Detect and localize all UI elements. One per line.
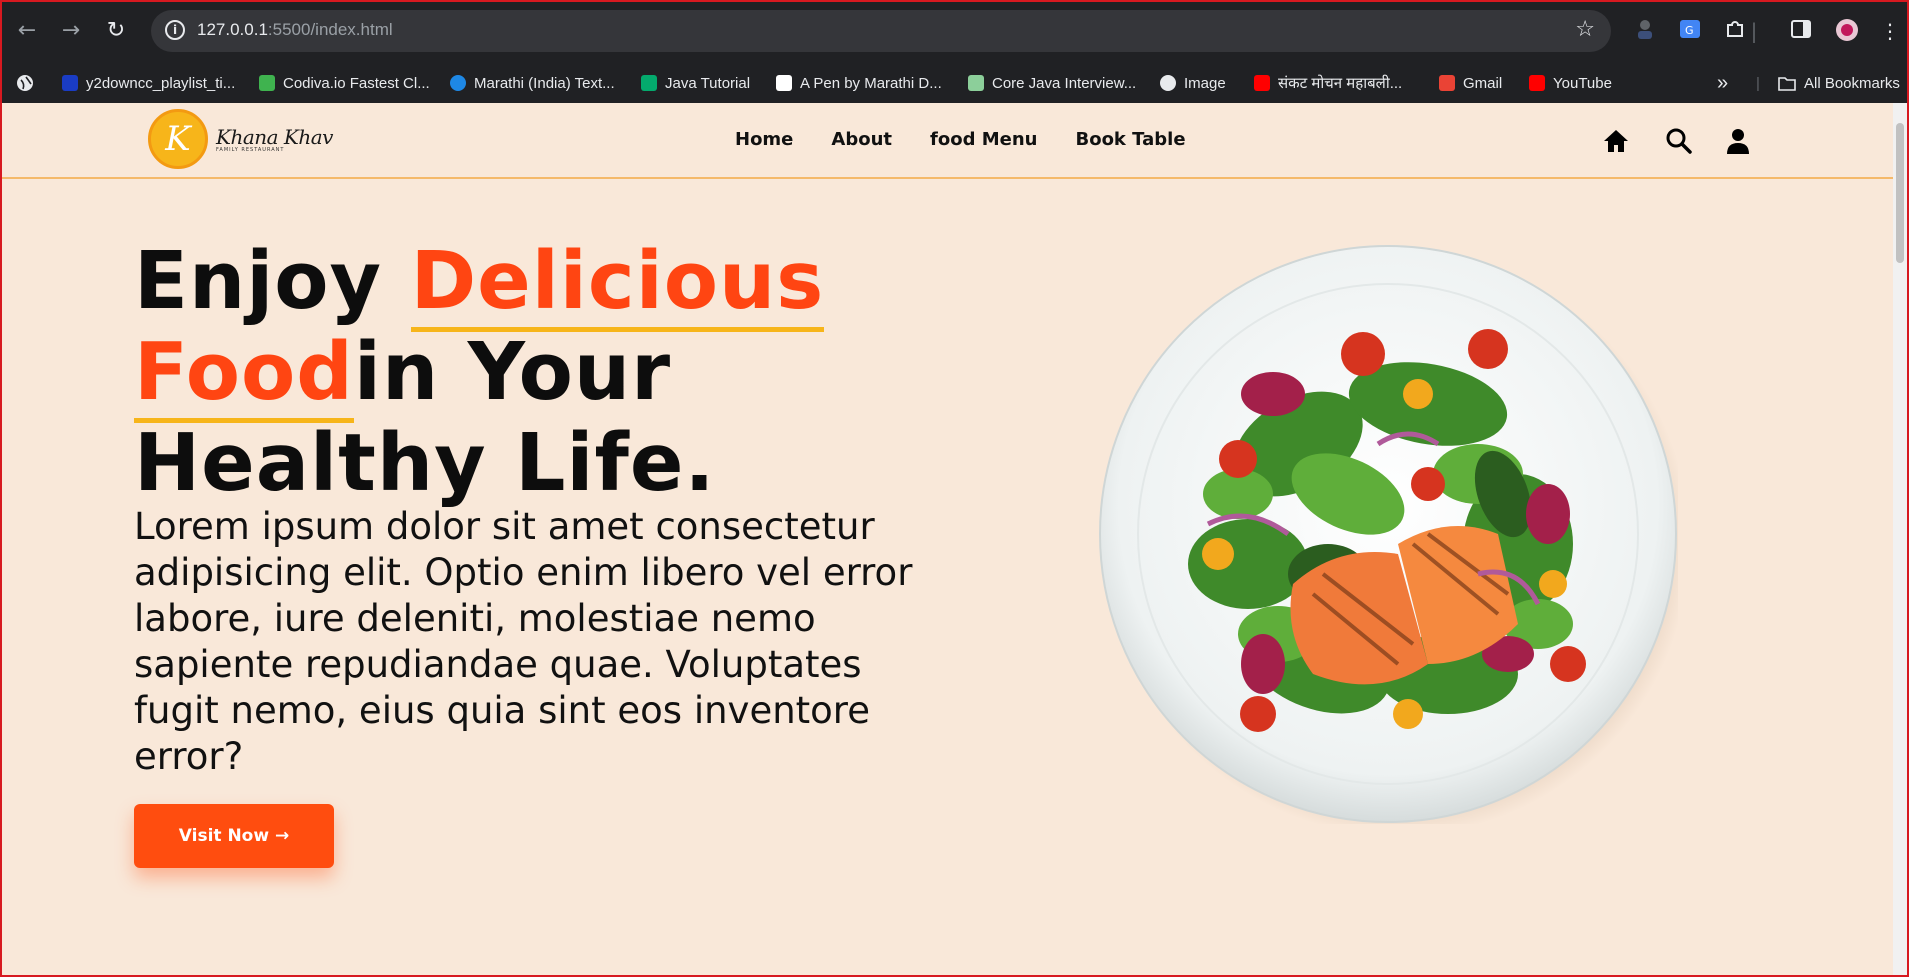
bookmark-label: Marathi (India) Text... <box>474 74 615 92</box>
bookmark-label: संकट मोचन महाबली... <box>1278 75 1403 92</box>
scrollbar-thumb[interactable] <box>1896 123 1904 263</box>
hero-heading: Enjoy Delicious Foodin Your Healthy Life. <box>134 235 894 509</box>
site-info-icon[interactable]: i <box>165 20 185 40</box>
toolbar-divider: | <box>1750 19 1758 43</box>
bookmark-favicon-icon <box>62 75 78 91</box>
bookmark-favicon-icon <box>1529 75 1545 91</box>
bookmark-item[interactable]: Java Tutorial <box>641 72 750 94</box>
profile-avatar[interactable] <box>1834 18 1860 44</box>
bookmark-label: Codiva.io Fastest Cl... <box>283 74 430 92</box>
bookmark-item[interactable]: Marathi (India) Text... <box>450 72 615 94</box>
logo-text: Khana Khav FAMILY RESTAURANT <box>216 125 333 153</box>
main-nav: Home About food Menu Book Table <box>735 129 1186 150</box>
bookmark-item[interactable]: Image <box>1160 72 1226 94</box>
salad-plate-image <box>1098 244 1690 836</box>
browser-chrome: ← → ↻ i 127.0.0.1:5500/index.html ☆ G | … <box>0 0 1909 103</box>
bookmark-item[interactable]: A Pen by Marathi D... <box>776 72 942 94</box>
logo[interactable]: K Khana Khav FAMILY RESTAURANT <box>148 109 333 169</box>
bookmark-favicon-icon <box>1439 75 1455 91</box>
extensions-puzzle-icon[interactable] <box>1722 18 1748 44</box>
bookmarks-overflow-button[interactable]: » <box>1717 72 1728 94</box>
logo-name: Khana Khav <box>216 125 333 149</box>
nav-home[interactable]: Home <box>735 129 793 150</box>
bookmark-label: Java Tutorial <box>665 74 751 92</box>
extension-agent-icon[interactable] <box>1632 18 1658 44</box>
site-header: K Khana Khav FAMILY RESTAURANT Home Abou… <box>2 103 1907 179</box>
nav-food-menu[interactable]: food Menu <box>930 129 1037 150</box>
bookmark-favicon-icon <box>1254 75 1270 91</box>
home-icon[interactable] <box>1602 127 1630 155</box>
all-bookmarks-folder[interactable]: All Bookmarks <box>1778 72 1900 94</box>
hero-highlight-food: Food <box>134 326 354 423</box>
hero-title-part3: Healthy Life. <box>134 417 716 509</box>
url-host: 127.0.0.1 <box>197 20 268 39</box>
bookmark-favicon-icon <box>968 75 984 91</box>
bookmarks-divider: | <box>1756 74 1760 92</box>
forward-arrow-icon[interactable]: → <box>54 14 88 48</box>
bookmark-label: A Pen by Marathi D... <box>800 74 942 92</box>
url-path: :5500/index.html <box>267 20 393 39</box>
all-bookmarks-label: All Bookmarks <box>1804 74 1900 92</box>
user-icon[interactable] <box>1724 127 1752 155</box>
bookmark-favicon-icon <box>641 75 657 91</box>
address-bar[interactable]: i 127.0.0.1:5500/index.html ☆ <box>151 10 1611 52</box>
bookmark-favicon-icon <box>1160 75 1176 91</box>
url-text[interactable]: 127.0.0.1:5500/index.html <box>197 20 393 40</box>
bookmark-label: Core Java Interview... <box>992 74 1137 92</box>
bookmark-star-icon[interactable]: ☆ <box>1575 17 1595 42</box>
bookmark-item[interactable]: y2downcc_playlist_ti... <box>62 72 235 94</box>
bookmark-item[interactable]: Codiva.io Fastest Cl... <box>259 72 430 94</box>
logo-badge: K <box>148 109 208 169</box>
bookmarks-bar: y2downcc_playlist_ti... Codiva.io Fastes… <box>0 62 1909 103</box>
bookmark-item[interactable]: Gmail <box>1439 72 1502 94</box>
google-translate-icon[interactable]: G <box>1677 18 1703 44</box>
hero-description: Lorem ipsum dolor sit amet consectetur a… <box>134 505 913 778</box>
svg-text:G: G <box>1685 24 1694 37</box>
nav-about[interactable]: About <box>831 129 892 150</box>
bookmark-item[interactable]: Core Java Interview... <box>968 72 1136 94</box>
bookmark-item[interactable]: संकट मोचन महाबली... <box>1254 72 1402 94</box>
bookmark-label: Image <box>1184 74 1226 92</box>
hero-title-part1: Enjoy <box>134 235 411 327</box>
bookmark-item[interactable]: YouTube <box>1529 72 1612 94</box>
hero-highlight-delicious: Delicious <box>410 235 825 332</box>
bookmark-label: y2downcc_playlist_ti... <box>86 74 236 92</box>
page-scrollbar[interactable] <box>1893 103 1907 975</box>
bookmark-favicon-icon <box>776 75 792 91</box>
bookmark-favicon-icon <box>450 75 466 91</box>
search-icon[interactable] <box>1665 127 1693 155</box>
side-panel-icon[interactable] <box>1788 18 1814 44</box>
folder-icon <box>1778 77 1796 91</box>
bookmark-label: Gmail <box>1463 74 1503 92</box>
bookmark-favicon-icon <box>259 75 275 91</box>
nav-book-table[interactable]: Book Table <box>1075 129 1185 150</box>
reload-icon[interactable]: ↻ <box>99 14 133 48</box>
browser-menu-icon[interactable]: ⋮ <box>1880 18 1900 44</box>
visit-now-button[interactable]: Visit Now → <box>134 804 334 868</box>
browser-toolbar: ← → ↻ i 127.0.0.1:5500/index.html ☆ G | … <box>0 0 1909 62</box>
bookmark-label: YouTube <box>1553 74 1612 92</box>
back-arrow-icon[interactable]: ← <box>10 14 44 48</box>
hero-title-part2: in Your <box>353 326 672 418</box>
globe-icon[interactable] <box>16 72 34 94</box>
